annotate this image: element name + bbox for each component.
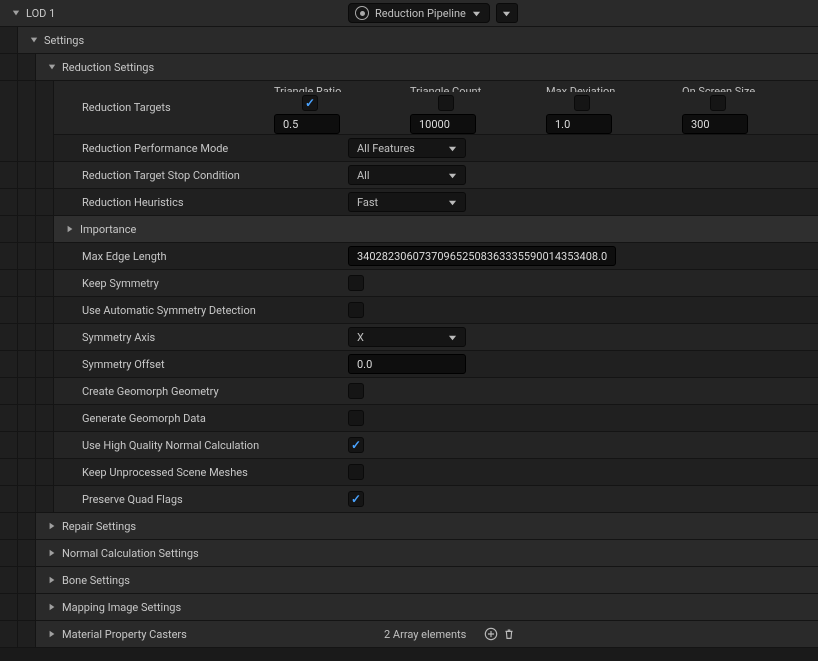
- symmetry-axis-dropdown[interactable]: X: [348, 327, 466, 347]
- row-symmetry-offset: Symmetry Offset 0.0: [0, 351, 818, 378]
- property-label: Keep Symmetry: [82, 277, 159, 290]
- row-keep-symmetry: Keep Symmetry: [0, 270, 818, 297]
- max-deviation-checkbox[interactable]: [574, 95, 590, 111]
- section-label: Bone Settings: [62, 574, 130, 587]
- property-label: Keep Unprocessed Scene Meshes: [82, 466, 248, 479]
- section-repair-settings[interactable]: Repair Settings: [0, 513, 818, 540]
- row-performance-mode: Reduction Performance Mode All Features: [0, 135, 818, 162]
- expand-arrow-icon[interactable]: [46, 61, 58, 73]
- pipeline-label: Reduction Pipeline: [375, 7, 466, 20]
- triangle-count-input[interactable]: 10000: [410, 114, 476, 134]
- generate-geomorph-checkbox[interactable]: [348, 410, 364, 426]
- triangle-ratio-checkbox[interactable]: [302, 95, 318, 111]
- property-label: Reduction Heuristics: [82, 196, 184, 209]
- hq-normal-checkbox[interactable]: [348, 437, 364, 453]
- lod-title: LOD 1: [26, 7, 55, 20]
- row-importance[interactable]: Importance: [0, 216, 818, 243]
- symmetry-offset-input[interactable]: 0.0: [348, 354, 466, 374]
- pipeline-icon: [355, 6, 369, 20]
- add-element-icon[interactable]: [482, 625, 500, 643]
- triangle-ratio-input[interactable]: 0.5: [274, 114, 340, 134]
- lod-header: LOD 1 Reduction Pipeline: [0, 0, 818, 27]
- section-bone-settings[interactable]: Bone Settings: [0, 567, 818, 594]
- property-label: Preserve Quad Flags: [82, 493, 183, 506]
- section-label: Normal Calculation Settings: [62, 547, 199, 560]
- stop-condition-dropdown[interactable]: All: [348, 165, 466, 185]
- max-edge-length-input[interactable]: 340282306073709652508363335590014353408.…: [348, 246, 616, 266]
- section-settings[interactable]: Settings: [0, 27, 818, 54]
- auto-symmetry-checkbox[interactable]: [348, 302, 364, 318]
- property-label: Reduction Targets: [82, 101, 171, 114]
- row-keep-unprocessed: Keep Unprocessed Scene Meshes: [0, 459, 818, 486]
- expand-arrow-icon[interactable]: [46, 601, 58, 613]
- max-deviation-input[interactable]: 1.0: [546, 114, 612, 134]
- property-label: Max Edge Length: [82, 250, 167, 263]
- row-gutter: [0, 27, 18, 53]
- row-symmetry-axis: Symmetry Axis X: [0, 324, 818, 351]
- section-label: Material Property Casters: [62, 628, 187, 641]
- triangle-count-checkbox[interactable]: [438, 95, 454, 111]
- row-max-edge-length: Max Edge Length 340282306073709652508363…: [0, 243, 818, 270]
- performance-mode-dropdown[interactable]: All Features: [348, 138, 466, 158]
- pipeline-selector[interactable]: Reduction Pipeline: [348, 3, 490, 23]
- property-label: Use High Quality Normal Calculation: [82, 439, 259, 452]
- section-mapping-image[interactable]: Mapping Image Settings: [0, 594, 818, 621]
- keep-unprocessed-checkbox[interactable]: [348, 464, 364, 480]
- section-label: Settings: [44, 34, 84, 47]
- on-screen-size-input[interactable]: 300: [682, 114, 748, 134]
- target-triangle-count: Triangle Count 10000: [410, 85, 546, 134]
- target-on-screen-size: On Screen Size 300: [682, 85, 818, 134]
- row-create-geomorph: Create Geomorph Geometry: [0, 378, 818, 405]
- section-label: Reduction Settings: [62, 61, 154, 74]
- on-screen-size-checkbox[interactable]: [710, 95, 726, 111]
- keep-symmetry-checkbox[interactable]: [348, 275, 364, 291]
- row-auto-symmetry: Use Automatic Symmetry Detection: [0, 297, 818, 324]
- expand-arrow-icon[interactable]: [64, 223, 76, 235]
- property-label: Reduction Target Stop Condition: [82, 169, 240, 182]
- property-label: Symmetry Axis: [82, 331, 155, 344]
- expand-arrow-icon[interactable]: [10, 7, 22, 19]
- heuristics-dropdown[interactable]: Fast: [348, 192, 466, 212]
- row-stop-condition: Reduction Target Stop Condition All: [0, 162, 818, 189]
- property-label: Use Automatic Symmetry Detection: [82, 304, 256, 317]
- property-label: Importance: [80, 223, 136, 236]
- preserve-quad-checkbox[interactable]: [348, 491, 364, 507]
- array-count: 2 Array elements: [384, 628, 466, 641]
- property-label: Generate Geomorph Data: [82, 412, 206, 425]
- pipeline-extra-button[interactable]: [496, 3, 518, 23]
- target-triangle-ratio: Triangle Ratio 0.5: [274, 85, 410, 134]
- row-heuristics: Reduction Heuristics Fast: [0, 189, 818, 216]
- expand-arrow-icon[interactable]: [46, 547, 58, 559]
- section-label: Mapping Image Settings: [62, 601, 181, 614]
- row-hq-normal: Use High Quality Normal Calculation: [0, 432, 818, 459]
- row-reduction-targets: Reduction Targets Triangle Ratio 0.5 Tri…: [0, 81, 818, 135]
- expand-arrow-icon[interactable]: [46, 520, 58, 532]
- section-normal-calc[interactable]: Normal Calculation Settings: [0, 540, 818, 567]
- expand-arrow-icon[interactable]: [28, 34, 40, 46]
- property-label: Reduction Performance Mode: [82, 142, 228, 155]
- target-max-deviation: Max Deviation 1.0: [546, 85, 682, 134]
- section-material-casters[interactable]: Material Property Casters 2 Array elemen…: [0, 621, 818, 648]
- expand-arrow-icon[interactable]: [46, 574, 58, 586]
- delete-element-icon[interactable]: [500, 625, 518, 643]
- property-label: Symmetry Offset: [82, 358, 165, 371]
- section-reduction-settings[interactable]: Reduction Settings: [0, 54, 818, 81]
- row-preserve-quad: Preserve Quad Flags: [0, 486, 818, 513]
- create-geomorph-checkbox[interactable]: [348, 383, 364, 399]
- expand-arrow-icon[interactable]: [46, 628, 58, 640]
- row-generate-geomorph: Generate Geomorph Data: [0, 405, 818, 432]
- property-label: Create Geomorph Geometry: [82, 385, 219, 398]
- section-label: Repair Settings: [62, 520, 136, 533]
